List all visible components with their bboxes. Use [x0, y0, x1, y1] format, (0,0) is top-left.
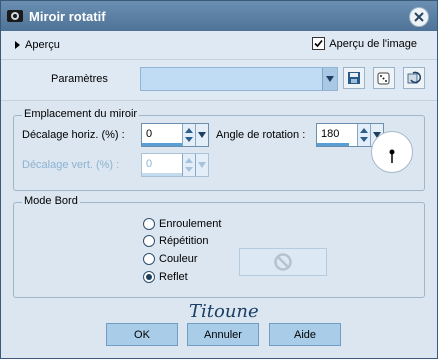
radio-label-enroulement: Enroulement — [159, 218, 222, 230]
checkbox-checked[interactable] — [312, 37, 326, 50]
signature-watermark: Titoune — [189, 301, 259, 322]
radio-couleur[interactable]: Couleur — [143, 253, 198, 265]
expand-arrow-icon — [15, 41, 20, 49]
rotation-slider-bar[interactable] — [317, 143, 349, 146]
v-offset-label: Décalage vert. (%) : — [22, 159, 120, 171]
edge-mode-group: Mode Bord — [13, 195, 425, 298]
v-offset-dropdown-button — [195, 154, 208, 176]
rotation-label: Angle de rotation : — [216, 129, 306, 141]
v-offset-updown — [182, 154, 195, 176]
title-bar: Miroir rotatif — [1, 1, 437, 31]
reset-icon — [407, 71, 421, 84]
h-offset-spinner[interactable]: 0 — [141, 123, 209, 147]
checkmark-icon — [314, 39, 323, 48]
apercu-label: Aperçu — [25, 39, 60, 51]
close-button[interactable] — [409, 7, 429, 27]
mirror-location-legend: Emplacement du miroir — [22, 108, 140, 120]
radio-reflet[interactable]: Reflet — [143, 271, 188, 283]
apercu-toggle-button[interactable]: Aperçu — [11, 37, 64, 53]
radio-enroulement[interactable]: Enroulement — [143, 218, 221, 230]
spin-up-icon — [185, 158, 193, 163]
spin-down-icon — [185, 167, 193, 172]
randomize-button[interactable] — [373, 67, 395, 89]
reset-default-button[interactable] — [403, 67, 425, 89]
v-offset-spinner: 0 — [141, 153, 209, 177]
radio-button[interactable] — [143, 235, 155, 247]
chevron-down-icon — [198, 162, 206, 168]
radio-label-reflet: Reflet — [159, 271, 188, 283]
h-offset-label: Décalage horiz. (%) : — [22, 129, 125, 141]
spin-down-icon[interactable] — [360, 137, 368, 142]
close-icon — [414, 12, 424, 22]
radio-button-selected[interactable] — [143, 271, 155, 283]
cancel-label: Annuler — [204, 328, 242, 341]
h-offset-slider-bar[interactable] — [142, 143, 182, 146]
chevron-down-icon[interactable] — [322, 68, 337, 90]
h-offset-dropdown-button[interactable] — [195, 124, 208, 146]
preview-image-checkbox[interactable]: Aperçu de l'image — [312, 37, 417, 50]
parameters-row: Paramètres — [1, 60, 437, 101]
radio-label-repetition: Répétition — [159, 235, 209, 247]
cancel-button[interactable]: Annuler — [187, 323, 259, 346]
spin-down-icon[interactable] — [185, 137, 193, 142]
help-label: Aide — [293, 328, 317, 341]
window-title: Miroir rotatif — [29, 9, 106, 24]
spin-up-icon[interactable] — [185, 128, 193, 133]
ok-label: OK — [134, 328, 150, 341]
angle-needle-icon — [389, 149, 395, 163]
v-offset-slider-bar — [142, 173, 182, 176]
rotation-angle-dial[interactable] — [371, 131, 413, 173]
ok-button[interactable]: OK — [106, 323, 178, 346]
h-offset-updown[interactable] — [182, 124, 195, 146]
app-icon — [7, 9, 23, 23]
radio-button[interactable] — [143, 253, 155, 265]
save-icon — [348, 72, 360, 84]
edge-mode-legend: Mode Bord — [22, 195, 80, 207]
disabled-icon — [274, 253, 292, 271]
radio-button[interactable] — [143, 218, 155, 230]
spin-up-icon[interactable] — [360, 128, 368, 133]
radio-label-couleur: Couleur — [159, 253, 198, 265]
parameters-label: Paramètres — [51, 73, 108, 85]
v-offset-value: 0 — [146, 158, 153, 170]
chevron-down-icon — [198, 132, 206, 138]
h-offset-value[interactable]: 0 — [146, 128, 152, 140]
preview-toolbar: Aperçu Aperçu de l'image — [1, 31, 437, 60]
preview-image-label: Aperçu de l'image — [329, 37, 417, 50]
save-preset-button[interactable] — [343, 67, 365, 89]
rotation-value[interactable]: 180 — [321, 128, 339, 140]
preset-dropdown[interactable] — [140, 67, 338, 91]
dice-icon — [377, 72, 390, 85]
rotation-updown[interactable] — [357, 124, 370, 146]
radio-repetition[interactable]: Répétition — [143, 235, 209, 247]
color-swatch — [239, 248, 327, 276]
dialog-window: Miroir rotatif Aperçu Aperçu de l'image … — [0, 0, 438, 359]
help-button[interactable]: Aide — [269, 323, 341, 346]
